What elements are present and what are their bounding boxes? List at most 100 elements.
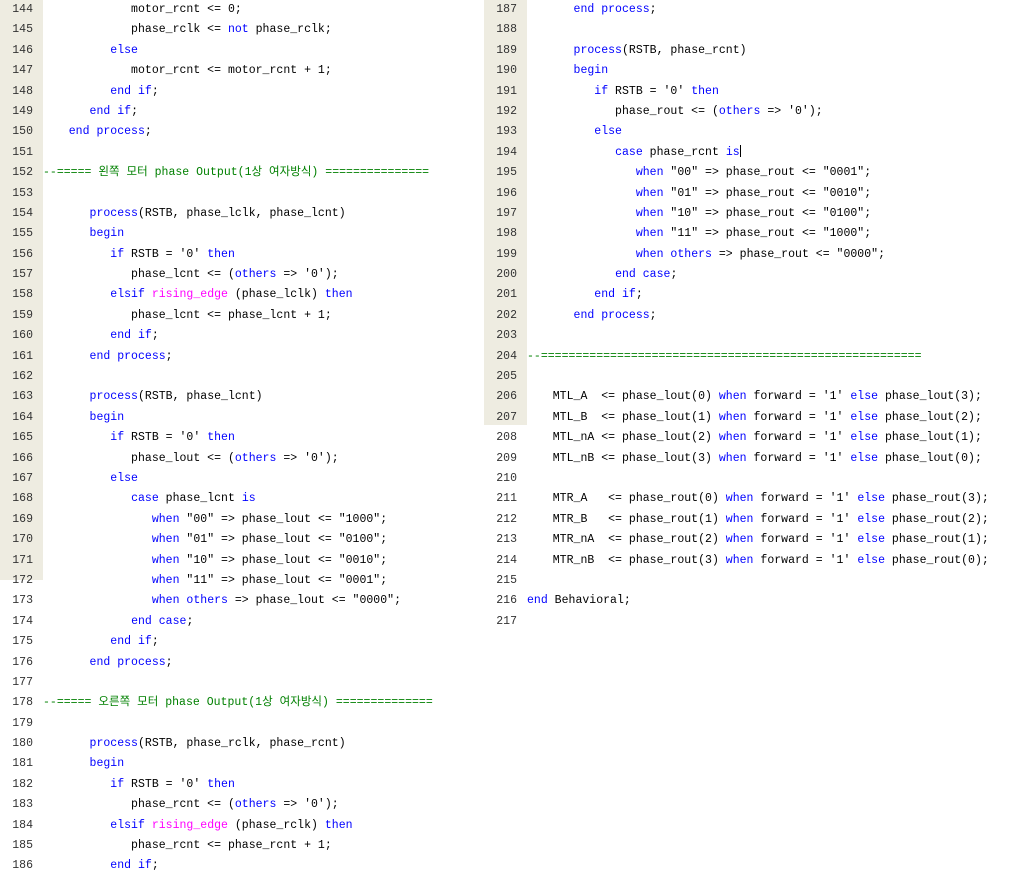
code-text[interactable]: when others => phase_lout <= "0000"; bbox=[48, 591, 401, 611]
code-line[interactable]: 165 if RSTB = '0' then bbox=[0, 428, 470, 448]
code-line[interactable]: 192 phase_rout <= (others => '0'); bbox=[484, 102, 1024, 122]
code-line[interactable]: 198 when "11" => phase_rout <= "1000"; bbox=[484, 224, 1024, 244]
code-line[interactable]: 184 elsif rising_edge (phase_rclk) then bbox=[0, 816, 470, 836]
code-line[interactable]: 171 when "10" => phase_lout <= "0010"; bbox=[0, 551, 470, 571]
code-text[interactable]: when "01" => phase_lout <= "0100"; bbox=[48, 530, 387, 550]
code-line[interactable]: 204 --===================================… bbox=[484, 347, 1024, 367]
code-text[interactable]: if RSTB = '0' then bbox=[48, 775, 235, 795]
code-text[interactable]: end process; bbox=[532, 0, 657, 20]
code-line[interactable]: 178 --===== 오른쪽 모터 phase Output(1상 여자방식) … bbox=[0, 693, 470, 713]
code-line[interactable]: 170 when "01" => phase_lout <= "0100"; bbox=[0, 530, 470, 550]
code-text[interactable]: end if; bbox=[48, 856, 159, 876]
code-line[interactable]: 199 when others => phase_rout <= "0000"; bbox=[484, 245, 1024, 265]
code-line[interactable]: 182 if RSTB = '0' then bbox=[0, 775, 470, 795]
code-text[interactable]: case phase_lcnt is bbox=[48, 489, 256, 509]
code-line[interactable]: 209 MTL_nB <= phase_lout(3) when forward… bbox=[484, 449, 1024, 469]
code-line[interactable]: 196 when "01" => phase_rout <= "0010"; bbox=[484, 184, 1024, 204]
code-line[interactable]: 159 phase_lcnt <= phase_lcnt + 1; bbox=[0, 306, 470, 326]
code-text[interactable]: --======================================… bbox=[527, 347, 922, 367]
code-text[interactable]: MTL_A <= phase_lout(0) when forward = '1… bbox=[532, 387, 982, 407]
code-text[interactable]: phase_rout <= (others => '0'); bbox=[532, 102, 823, 122]
code-text[interactable]: if RSTB = '0' then bbox=[48, 428, 235, 448]
code-text[interactable]: elsif rising_edge (phase_lclk) then bbox=[48, 285, 353, 305]
code-line[interactable]: 200 end case; bbox=[484, 265, 1024, 285]
code-text[interactable]: else bbox=[532, 122, 622, 142]
code-line[interactable]: 162 bbox=[0, 367, 470, 387]
code-text[interactable]: end process; bbox=[48, 347, 173, 367]
code-line[interactable]: 172 when "11" => phase_lout <= "0001"; bbox=[0, 571, 470, 591]
code-text[interactable]: end Behavioral; bbox=[527, 591, 631, 611]
code-line[interactable]: 160 end if; bbox=[0, 326, 470, 346]
code-text[interactable]: when "11" => phase_rout <= "1000"; bbox=[532, 224, 871, 244]
code-text[interactable]: phase_lout <= (others => '0'); bbox=[48, 449, 339, 469]
code-text[interactable]: MTR_B <= phase_rout(1) when forward = '1… bbox=[532, 510, 989, 530]
code-line[interactable]: 173 when others => phase_lout <= "0000"; bbox=[0, 591, 470, 611]
code-text[interactable]: phase_rcnt <= phase_rcnt + 1; bbox=[48, 836, 332, 856]
code-line[interactable]: 144 motor_rcnt <= 0; bbox=[0, 0, 470, 20]
code-line[interactable]: 181 begin bbox=[0, 754, 470, 774]
code-line[interactable]: 154 process(RSTB, phase_lclk, phase_lcnt… bbox=[0, 204, 470, 224]
code-text[interactable]: phase_rcnt <= (others => '0'); bbox=[48, 795, 339, 815]
code-text[interactable]: end case; bbox=[532, 265, 677, 285]
code-line[interactable]: 217 bbox=[484, 612, 1024, 632]
code-line[interactable]: 215 bbox=[484, 571, 1024, 591]
code-line[interactable]: 206 MTL_A <= phase_lout(0) when forward … bbox=[484, 387, 1024, 407]
code-line[interactable]: 185 phase_rcnt <= phase_rcnt + 1; bbox=[0, 836, 470, 856]
code-line[interactable]: 164 begin bbox=[0, 408, 470, 428]
code-line[interactable]: 175 end if; bbox=[0, 632, 470, 652]
code-line[interactable]: 214 MTR_nB <= phase_rout(3) when forward… bbox=[484, 551, 1024, 571]
code-line[interactable]: 163 process(RSTB, phase_lcnt) bbox=[0, 387, 470, 407]
code-line[interactable]: 197 when "10" => phase_rout <= "0100"; bbox=[484, 204, 1024, 224]
code-text[interactable]: phase_lcnt <= phase_lcnt + 1; bbox=[48, 306, 332, 326]
code-line[interactable]: 169 when "00" => phase_lout <= "1000"; bbox=[0, 510, 470, 530]
code-text[interactable]: end process; bbox=[48, 653, 173, 673]
code-line[interactable]: 146 else bbox=[0, 41, 470, 61]
code-line[interactable]: 161 end process; bbox=[0, 347, 470, 367]
code-text[interactable]: begin bbox=[48, 224, 125, 244]
code-line[interactable]: 156 if RSTB = '0' then bbox=[0, 245, 470, 265]
code-line[interactable]: 201 end if; bbox=[484, 285, 1024, 305]
code-text[interactable]: end if; bbox=[48, 326, 159, 346]
code-line[interactable]: 174 end case; bbox=[0, 612, 470, 632]
code-text[interactable]: process(RSTB, phase_lcnt) bbox=[48, 387, 263, 407]
code-text[interactable]: when "00" => phase_lout <= "1000"; bbox=[48, 510, 387, 530]
code-line[interactable]: 176 end process; bbox=[0, 653, 470, 673]
code-text[interactable]: MTR_nB <= phase_rout(3) when forward = '… bbox=[532, 551, 989, 571]
code-text[interactable]: begin bbox=[532, 61, 609, 81]
code-line[interactable]: 191 if RSTB = '0' then bbox=[484, 82, 1024, 102]
code-line[interactable]: 207 MTL_B <= phase_lout(1) when forward … bbox=[484, 408, 1024, 428]
code-line[interactable]: 216 end Behavioral; bbox=[484, 591, 1024, 611]
code-text[interactable]: MTL_B <= phase_lout(1) when forward = '1… bbox=[532, 408, 982, 428]
code-text[interactable]: phase_lcnt <= (others => '0'); bbox=[48, 265, 339, 285]
code-text[interactable]: --===== 오른쪽 모터 phase Output(1상 여자방식) ===… bbox=[43, 693, 433, 713]
code-line[interactable]: 147 motor_rcnt <= motor_rcnt + 1; bbox=[0, 61, 470, 81]
code-line[interactable]: 205 bbox=[484, 367, 1024, 387]
code-line[interactable]: 190 begin bbox=[484, 61, 1024, 81]
code-text[interactable]: when "01" => phase_rout <= "0010"; bbox=[532, 184, 871, 204]
code-text[interactable]: when "11" => phase_lout <= "0001"; bbox=[48, 571, 387, 591]
code-text[interactable]: MTL_nB <= phase_lout(3) when forward = '… bbox=[532, 449, 982, 469]
code-text[interactable]: when "10" => phase_lout <= "0010"; bbox=[48, 551, 387, 571]
code-line[interactable]: 152 --===== 왼쪽 모터 phase Output(1상 여자방식) =… bbox=[0, 163, 470, 183]
code-line[interactable]: 210 bbox=[484, 469, 1024, 489]
code-line[interactable]: 155 begin bbox=[0, 224, 470, 244]
code-line[interactable]: 189 process(RSTB, phase_rcnt) bbox=[484, 41, 1024, 61]
code-text[interactable]: MTR_A <= phase_rout(0) when forward = '1… bbox=[532, 489, 989, 509]
code-line[interactable]: 151 bbox=[0, 143, 470, 163]
code-text[interactable]: phase_rclk <= not phase_rclk; bbox=[48, 20, 332, 40]
code-line[interactable]: 180 process(RSTB, phase_rclk, phase_rcnt… bbox=[0, 734, 470, 754]
code-text[interactable]: end process; bbox=[48, 122, 152, 142]
code-text[interactable]: --===== 왼쪽 모터 phase Output(1상 여자방식) ====… bbox=[43, 163, 429, 183]
code-text[interactable]: end if; bbox=[48, 102, 138, 122]
code-text[interactable]: end if; bbox=[48, 632, 159, 652]
code-line[interactable]: 150 end process; bbox=[0, 122, 470, 142]
code-text[interactable]: when "00" => phase_rout <= "0001"; bbox=[532, 163, 871, 183]
code-line[interactable]: 153 bbox=[0, 184, 470, 204]
code-line[interactable]: 166 phase_lout <= (others => '0'); bbox=[0, 449, 470, 469]
code-line[interactable]: 179 bbox=[0, 714, 470, 734]
code-text[interactable]: motor_rcnt <= 0; bbox=[48, 0, 242, 20]
code-text[interactable]: process(RSTB, phase_rcnt) bbox=[532, 41, 747, 61]
code-text[interactable]: begin bbox=[48, 754, 125, 774]
code-text[interactable]: end if; bbox=[48, 82, 159, 102]
code-text[interactable]: if RSTB = '0' then bbox=[48, 245, 235, 265]
